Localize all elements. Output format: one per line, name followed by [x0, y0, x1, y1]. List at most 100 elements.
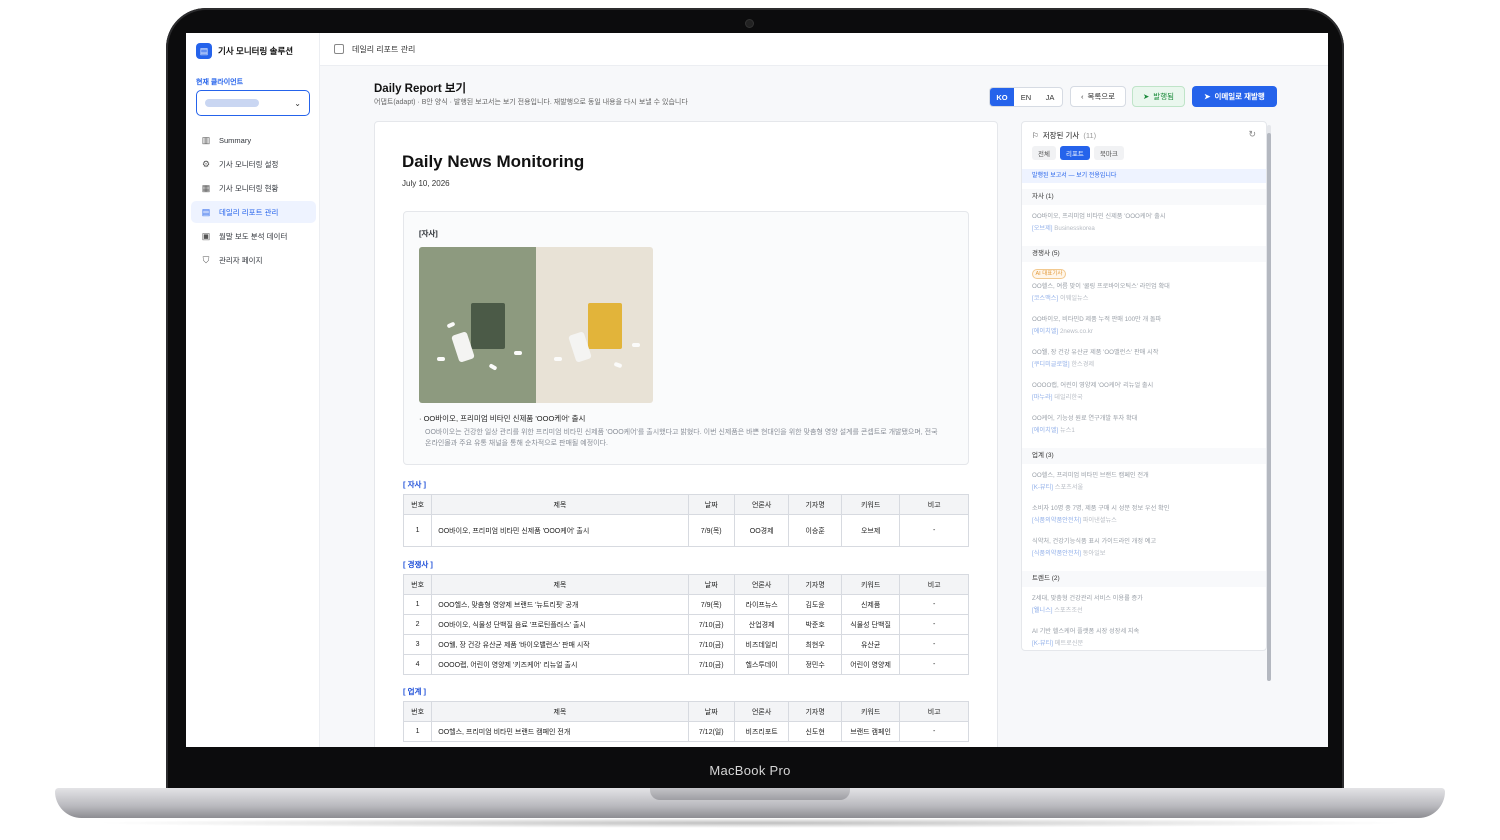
column-header: 날짜 — [687, 574, 735, 595]
tab-report[interactable]: 리포트 — [1059, 146, 1090, 160]
brand[interactable]: ▤ 기사 모니터링 솔루션 — [196, 43, 293, 59]
sidebar-item-label: 관리자 페이지 — [219, 255, 263, 265]
pill — [613, 361, 623, 369]
tab-bookmark[interactable]: 북마크 — [1093, 146, 1124, 160]
saved-article-meta: [코스맥스] 이웨일뉴스 — [1032, 293, 1262, 302]
saved-article-item[interactable]: 식약처, 건강기능식품 표시 가이드라인 개정 예고 [식품의약품안전처] 동아일… — [1032, 536, 1262, 557]
breadcrumb: 데일리 리포트 관리 — [352, 44, 416, 54]
table-cell: 헬스투데이 — [733, 654, 790, 675]
saved-articles-panel: ⚐ 저장된 기사 (11) ↻ 전체 리포트 북마크 발행된 보고서 — 보기 … — [1021, 121, 1267, 651]
column-header: 비고 — [899, 574, 969, 595]
table-cell: 7/10(금) — [687, 634, 735, 655]
saved-article-item[interactable]: OO케어, 기능성 원료 연구개발 투자 확대 [에이치엘] 뉴스1 — [1032, 413, 1262, 434]
language-switcher: KO EN JA — [989, 87, 1063, 107]
topbar: 데일리 리포트 관리 — [320, 33, 1328, 66]
table-cell: OO바이오, 프리미엄 비타민 신제품 'OOO케어' 출시 — [431, 514, 689, 547]
saved-article-title: OO웰, 장 건강 유산균 제품 'OO밸런스' 판매 시작 — [1032, 349, 1159, 356]
table-cell: 식물성 단백질 — [840, 614, 901, 635]
sidebar-nav: ▥ Summary ⚙ 기사 모니터링 설정 ▦ 기사 모니터링 현황 ▤ 데일… — [191, 129, 316, 273]
client-value-redacted — [205, 99, 259, 107]
send-icon: ➤ — [1204, 92, 1211, 101]
table-cell: 1 — [402, 594, 433, 615]
resend-label: 이메일로 재발행 — [1214, 92, 1265, 101]
table-cell: 어린이 영양제 — [840, 654, 901, 675]
column-header: 비고 — [899, 701, 969, 722]
saved-article-item[interactable]: OO헬스, 여름 맞이 '쿨링 프로바이오틱스' 라인업 확대 [코스맥스] 이웨… — [1032, 281, 1262, 302]
macbook-device: MacBook Pro ▤ 기사 모니터링 솔루션 현재 클라이언트 ⌄ ▥ S… — [0, 0, 1500, 840]
saved-article-item[interactable]: AI 기반 헬스케어 플랫폼 시장 성장세 지속 [K-뷰티] 메트로신문 — [1032, 626, 1262, 647]
refresh-icon[interactable]: ↻ — [1248, 129, 1256, 140]
table-row[interactable]: 1 OO바이오, 프리미엄 비타민 신제품 'OOO케어' 출시 7/9(목) OO경… — [402, 514, 969, 547]
table-header-row: 번호 제목 날짜 언론사 기자명 키워드 비고 — [402, 574, 969, 595]
saved-article-item[interactable]: OO바이오, 비타민D 제품 누적 판매 100만 개 돌파 [에이치엘] 2ne… — [1032, 314, 1262, 335]
sidebar-toggle-icon[interactable] — [334, 44, 344, 54]
saved-article-item[interactable]: OO헬스, 프리미엄 비타민 브랜드 캠페인 전개 [K-뷰티] 스포츠서울 — [1032, 470, 1262, 491]
column-header: 언론사 — [733, 574, 790, 595]
sidebar-item-monthly-analysis[interactable]: ▣ 월말 보도 분석 데이터 — [191, 225, 316, 247]
saved-article-source: 데일리한국 — [1054, 394, 1083, 401]
pill — [446, 321, 456, 329]
saved-article-meta: [K-뷰티] 스포츠서울 — [1032, 482, 1262, 491]
column-header: 날짜 — [687, 701, 735, 722]
sidebar-item-monitoring-status[interactable]: ▦ 기사 모니터링 현황 — [191, 177, 316, 199]
saved-article-source: 뉴스1 — [1059, 427, 1075, 434]
column-header: 키워드 — [840, 574, 901, 595]
table-row[interactable]: 3 OO웰, 장 건강 유산균 제품 '바이오밸런스' 판매 시작 7/10(금) 비… — [402, 634, 969, 655]
table-cell: 4 — [402, 654, 433, 675]
saved-article-source: 동아일보 — [1082, 550, 1106, 557]
table-cell: 1 — [402, 721, 433, 742]
saved-article-title: OO바이오, 비타민D 제품 누적 판매 100만 개 돌파 — [1032, 316, 1162, 323]
saved-article-source: 파이낸셜뉴스 — [1082, 517, 1117, 524]
published-button[interactable]: ➤ 발행됨 — [1132, 86, 1185, 107]
panel-scrollbar-thumb[interactable] — [1267, 133, 1271, 681]
saved-article-source: 한스경제 — [1071, 361, 1095, 368]
saved-article-item[interactable]: OO웰, 장 건강 유산균 제품 'OO밸런스' 판매 시작 [쿠디미글로벌] 한… — [1032, 347, 1262, 368]
table-row[interactable]: 2 OO바이오, 식물성 단백질 음료 '프로틴플러스' 출시 7/10(금) 산업경… — [402, 614, 969, 635]
lang-ko-button[interactable]: KO — [990, 88, 1014, 106]
table-cell: - — [899, 634, 969, 655]
saved-article-item[interactable]: 소비자 10명 중 7명, 제품 구매 시 성분 정보 우선 확인 [식품의약품안… — [1032, 503, 1262, 524]
column-header: 제목 — [431, 574, 689, 595]
sidebar-item-admin[interactable]: ⛉ 관리자 페이지 — [191, 249, 316, 271]
table-cell: - — [899, 721, 969, 742]
saved-article-tag: [마누라] — [1032, 394, 1053, 401]
saved-article-tag: [에이치엘] — [1032, 328, 1059, 335]
saved-group-heading: 트렌드 (2) — [1022, 571, 1266, 587]
table-cell: 7/12(일) — [687, 721, 735, 742]
table-cell: 정민수 — [788, 654, 842, 675]
client-select[interactable]: ⌄ — [196, 90, 310, 116]
saved-article-item[interactable]: OO바이오, 프리미엄 비타민 신제품 'OOO케어' 출시 [오브제] Busi… — [1032, 211, 1262, 232]
table-row[interactable]: 1 OOO헬스, 맞춤형 영양제 브랜드 '뉴트리핏' 공개 7/9(목) 라이프뉴스… — [402, 594, 969, 615]
table-cell: 7/9(목) — [687, 594, 735, 615]
newspaper-icon: ▦ — [201, 182, 211, 193]
sidebar-item-daily-report[interactable]: ▤ 데일리 리포트 관리 — [191, 201, 316, 223]
device-label: MacBook Pro — [709, 763, 791, 778]
table-row[interactable]: 1 OO헬스, 프리미엄 비타민 브랜드 캠페인 전개 7/12(일) 비즈리포트 신도… — [402, 721, 969, 742]
column-header: 언론사 — [733, 701, 790, 722]
column-header: 번호 — [402, 701, 433, 722]
saved-article-title: AI 기반 헬스케어 플랫폼 시장 성장세 지속 — [1032, 628, 1140, 635]
saved-article-item[interactable]: OOOO랩, 어린이 영양제 'OO케어' 리뉴얼 출시 [마누라] 데일리한국 — [1032, 380, 1262, 401]
brand-name: 기사 모니터링 솔루션 — [218, 46, 294, 56]
saved-article-item[interactable]: Z세대, 맞춤형 건강관리 서비스 이용률 증가 [웰니스] 스포츠조선 — [1032, 593, 1262, 614]
table-cell: 신도현 — [788, 721, 842, 742]
lang-en-button[interactable]: EN — [1014, 88, 1038, 106]
tab-all[interactable]: 전체 — [1032, 146, 1056, 160]
saved-article-tag: [코스맥스] — [1032, 295, 1059, 302]
panel-header: ⚐ 저장된 기사 (11) — [1032, 130, 1096, 141]
sidebar-item-monitoring-settings[interactable]: ⚙ 기사 모니터링 설정 — [191, 153, 316, 175]
column-header: 기자명 — [788, 701, 842, 722]
table-cell: 오브제 — [840, 514, 901, 547]
saved-group-heading: 경쟁사 (5) — [1022, 246, 1266, 262]
table-row[interactable]: 4 OOOO랩, 어린이 영양제 '키즈케어' 리뉴얼 출시 7/10(금) 헬스투데… — [402, 654, 969, 675]
back-to-list-button[interactable]: ‹ 목록으로 — [1070, 86, 1126, 107]
sidebar-item-summary[interactable]: ▥ Summary — [191, 129, 316, 151]
panel-title: 저장된 기사 — [1042, 131, 1080, 140]
ai-badge: AI 대표기사 — [1032, 269, 1066, 279]
sidebar-item-label: Summary — [219, 135, 252, 145]
logo-icon: ▤ — [196, 43, 212, 59]
lang-ja-button[interactable]: JA — [1038, 88, 1062, 106]
panel-count: (11) — [1083, 131, 1097, 140]
table-cell: 비즈리포트 — [733, 721, 790, 742]
resend-email-button[interactable]: ➤ 이메일로 재발행 — [1192, 86, 1277, 107]
